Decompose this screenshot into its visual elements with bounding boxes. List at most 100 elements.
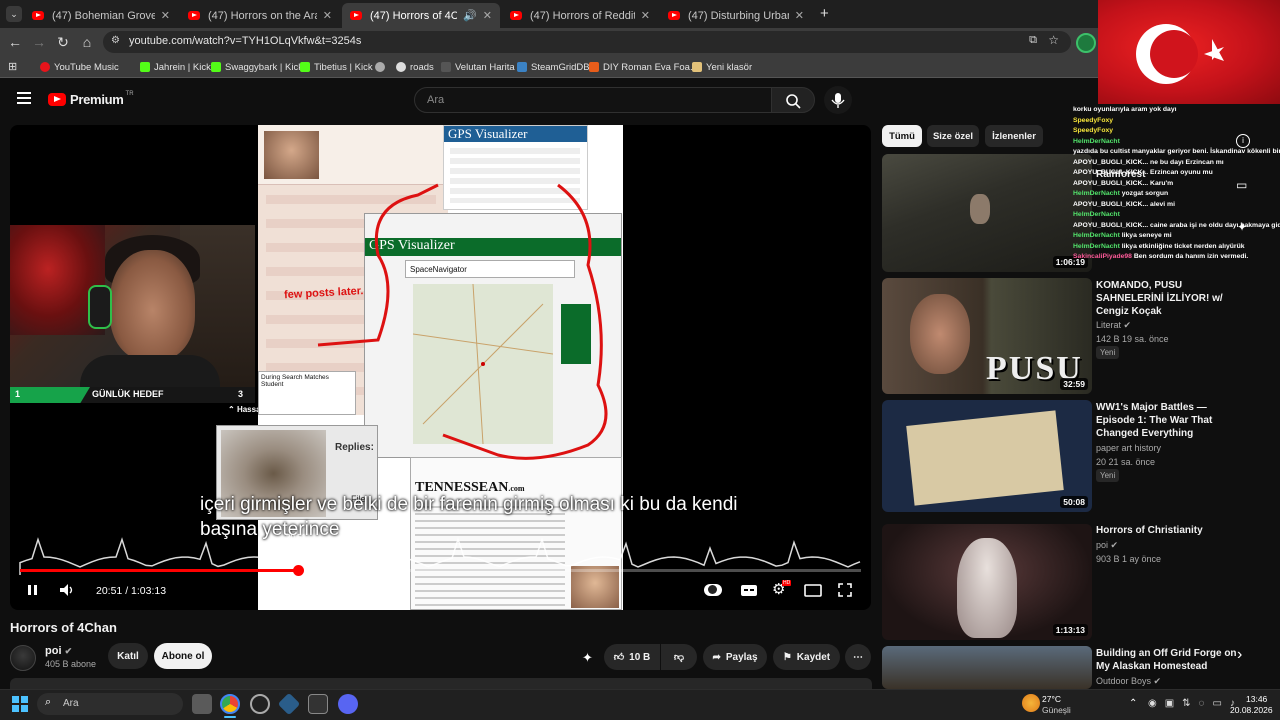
volume-button[interactable] [58,582,76,601]
settings-button[interactable]: ⚙ HD [772,580,792,598]
bookmark-swaggybark-kick[interactable]: Swaggybark | Kick [211,59,303,75]
channel-avatar[interactable] [10,645,36,671]
recommendation-channel[interactable]: Outdoor Boys ✔ [1096,676,1161,687]
thumbs-up-icon: 👍︎ [613,652,625,663]
recommendation-thumbnail[interactable]: 1:13:13 [882,524,1092,640]
home-icon[interactable]: ⌂ [78,33,96,51]
like-button[interactable]: 👍︎ 10 B [604,644,660,670]
audio-icon[interactable]: 🔊 [463,9,477,22]
progress-bar[interactable] [20,565,861,576]
chip-watched[interactable]: İzlenenler [985,125,1043,147]
info-icon[interactable]: i [1236,134,1250,148]
task-view-icon[interactable] [192,694,212,714]
menu-hamburger-icon[interactable] [17,92,31,104]
close-icon[interactable]: ✕ [483,9,492,22]
tab-arabic-internet[interactable]: (47) Horrors on the Arabic Internet ✕ [180,3,340,28]
taskbar-search[interactable]: ⌕ Ara [37,693,183,715]
chat-text: Erzincan oyunu mu [1150,169,1213,176]
site-info-icon[interactable]: ⚙ [111,35,120,46]
chat-username: HelmDerNacht [1073,242,1122,250]
tray-chevron-up-icon[interactable]: ⌃ [1129,698,1137,709]
chat-username: SpeedyFoxy [1073,116,1114,124]
discord-icon[interactable] [338,694,358,714]
install-app-icon[interactable]: ⧉ [1029,34,1037,47]
recommendation-title[interactable]: WW1's Major Battles — Episode 1: The War… [1096,401,1246,440]
more-actions-button[interactable]: ⋯ [845,644,871,670]
dislike-button[interactable]: 👎︎ [661,644,697,670]
share-button[interactable]: ➦ Paylaş [703,644,767,670]
fullscreen-button[interactable] [837,582,853,601]
bookmark-velutan-harita[interactable]: Velutan Harita [441,59,515,75]
bookmark-roads[interactable]: roads [396,59,434,75]
recommendation-thumbnail[interactable]: PUSU 32:59 [882,278,1092,394]
close-icon[interactable]: ✕ [161,9,170,22]
chevron-right-icon[interactable]: › [1237,646,1242,664]
recommendation-thumbnail[interactable]: 50:08 [882,400,1092,512]
recommendation-channel[interactable]: poi ✔ [1096,540,1118,551]
recommendation-channel[interactable]: Literat ✔ [1096,320,1131,331]
apps-grid-icon[interactable]: ⊞ [8,60,17,73]
bookmark-tibetius-kick[interactable]: Tibetius | Kick [300,59,373,75]
recommendation-channel[interactable]: paper art history [1096,443,1161,453]
daily-goal-bar: 1 GÜNLÜK HEDEF 3 [10,387,255,403]
bookmark-steamgriddb[interactable]: SteamGridDB [517,59,590,75]
windows-start-icon[interactable] [12,696,28,712]
profile-avatar-icon[interactable] [1076,33,1096,53]
search-button[interactable] [771,87,815,113]
forward-arrow-icon[interactable]: → [30,33,48,51]
steam-icon[interactable] [250,694,270,714]
chrome-icon[interactable] [220,694,240,714]
chip-for-you[interactable]: Size özel [927,125,979,147]
youtube-favicon-icon [668,11,680,20]
bookmark-youtube-music[interactable]: YouTube Music [40,59,119,75]
bookmark-jahrein-kick[interactable]: Jahrein | Kick [140,59,211,75]
close-icon[interactable]: ✕ [323,9,332,22]
bookmark-diy-roman-eva[interactable]: DIY Roman Eva Foa... [589,59,698,75]
recommendation-thumbnail[interactable] [882,646,1092,689]
recommendation-title[interactable]: Building an Off Grid Forge on My Alaskan… [1096,647,1246,673]
bookmark-globe[interactable] [375,59,389,75]
channel-name[interactable]: poi ✔ [45,645,72,657]
reload-icon[interactable]: ↻ [54,33,72,51]
bookmark-star-icon[interactable]: ☆ [1048,33,1059,47]
address-bar[interactable]: ⚙ youtube.com/watch?v=TYH1OLqVkfw&t=3254… [103,31,1071,53]
recommendation-title[interactable]: KOMANDO, PUSU SAHNELERİNİ İZLİYOR! w/ Ce… [1096,279,1246,318]
save-button[interactable]: ⚑ Kaydet [773,644,840,670]
tray-icons[interactable]: ◉▣⇅◌▭♪ [1148,698,1243,709]
close-icon[interactable]: ✕ [795,9,804,22]
back-arrow-icon[interactable]: ← [6,33,24,51]
tab-bohemian-grove[interactable]: (47) Bohemian Grove Cremation ✕ [24,3,178,28]
chip-label: Tümü [889,130,915,142]
new-tab-plus-icon[interactable]: + [820,5,829,22]
tab-horrors-of-reddit[interactable]: (47) Horrors of Reddit - YouTube ✕ [502,3,658,28]
search-input[interactable]: Ara [414,87,772,113]
youtube-premium-logo[interactable]: Premium TR [48,91,134,107]
recommendation-title[interactable]: Horrors of Christianity [1096,524,1246,537]
premium-sparkle-icon[interactable]: ✦ [582,650,593,666]
close-icon[interactable]: ✕ [641,9,650,22]
progress-scrubber[interactable] [292,565,304,576]
chip-all[interactable]: Tümü [882,125,922,147]
video-player[interactable]: 1 GÜNLÜK HEDEF 3 ⌃ Hassas few posts late… [10,125,871,610]
bookmark-yeni-klasor[interactable]: Yeni klasör [692,59,752,75]
chat-message: yazdıda bu cultist manyaklar geriyor ben… [1073,147,1280,157]
recommendation-thumbnail[interactable]: 1:06:19 [882,154,1092,272]
chat-bubble-icon[interactable]: ▭ [1236,178,1247,192]
autoplay-pause-icon [708,585,717,594]
epic-games-icon[interactable] [308,694,328,714]
weather-icon[interactable] [1022,694,1040,712]
crescent-star-icon [1136,24,1224,84]
tab-urban-legends[interactable]: (47) Disturbing Urban Legends ✕ [660,3,812,28]
theater-mode-button[interactable] [804,582,822,601]
tab-horrors-of-4chan[interactable]: (47) Horrors of 4Chan - YouTube 🔊 ✕ [342,3,500,28]
microphone-icon [831,93,845,108]
voice-search-button[interactable] [824,86,852,114]
join-button[interactable]: Katıl [108,643,148,669]
subscribe-label: Abone ol [161,650,205,662]
tab-search-chevron-icon[interactable]: ⌄ [6,6,22,22]
weather-temp: 27°C [1042,694,1061,704]
pause-button[interactable] [26,582,40,601]
subtitles-button[interactable] [740,582,758,601]
autoplay-toggle[interactable] [704,584,722,596]
subscribe-button[interactable]: Abone ol [154,643,212,669]
